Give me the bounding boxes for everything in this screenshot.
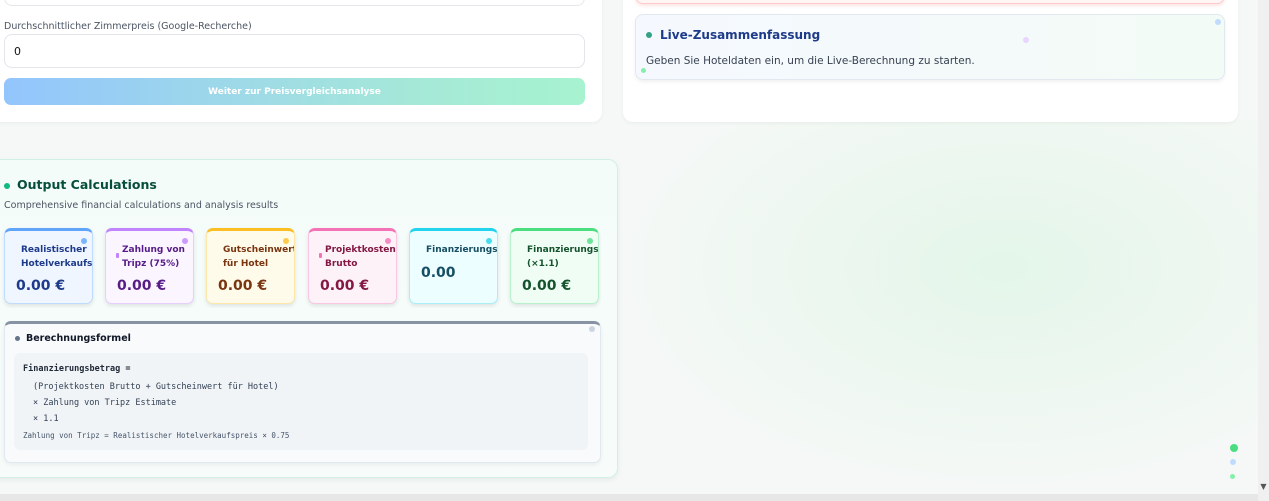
- decorative-dot: [1215, 19, 1221, 25]
- metric-project-cost-gross: Projektkosten Brutto 0.00 €: [308, 228, 397, 304]
- metric-dot: [182, 238, 188, 244]
- metric-dot: [587, 238, 593, 244]
- background-glow: [620, 120, 1260, 490]
- metric-label: Finanzierungsbetrag: [426, 245, 498, 255]
- metric-label: Gutscheinwert für Hotel: [223, 245, 295, 269]
- formula-title: Berechnungsformel: [26, 333, 131, 344]
- metric-dot: [385, 238, 391, 244]
- decorative-dot: [1230, 444, 1238, 452]
- formula-line: × Zahlung von Tripz Estimate: [33, 398, 177, 408]
- formula-head: Finanzierungsbetrag =: [23, 364, 131, 374]
- metric-value: 0.00: [421, 265, 456, 281]
- continue-to-price-comparison-button[interactable]: Weiter zur Preisvergleichsanalyse: [4, 78, 585, 105]
- previous-input-field[interactable]: [4, 0, 585, 6]
- metric-financing-amount: Finanzierungsbetrag 0.00: [409, 228, 498, 304]
- decorative-dot: [1230, 474, 1235, 479]
- formula-note: Zahlung von Tripz = Realistischer Hotelv…: [23, 431, 290, 440]
- metric-label: Realistischer Hotelverkaufspreis: [21, 245, 93, 269]
- avg-price-label: Durchschnittlicher Zimmerpreis (Google-R…: [4, 21, 252, 32]
- metrics-row: Realistischer Hotelverkaufspreis 0.00 € …: [0, 226, 601, 308]
- output-subtitle: Comprehensive financial calculations and…: [4, 200, 279, 211]
- decorative-dot: [641, 68, 646, 73]
- metric-voucher-value: Gutscheinwert für Hotel 0.00 €: [206, 228, 295, 304]
- metric-value: 0.00 €: [16, 278, 66, 294]
- live-summary-title: Live-Zusammenfassung: [660, 28, 821, 42]
- metric-dot: [283, 238, 289, 244]
- metric-financing-amount-x1-1: Finanzierungsbetrag (×1.1) 0.00 €: [510, 228, 599, 304]
- vertical-scrollbar[interactable]: [1258, 0, 1269, 501]
- alert-box: [635, 0, 1225, 4]
- metric-label: Zahlung von Tripz (75%): [122, 245, 185, 269]
- metric-dot: [486, 238, 492, 244]
- output-title: Output Calculations: [17, 177, 157, 192]
- horizontal-scrollbar[interactable]: [0, 494, 1258, 501]
- metric-value: 0.00 €: [522, 278, 572, 294]
- live-summary-panel: [635, 14, 1225, 80]
- output-section-dot: [4, 183, 10, 189]
- formula-bullet-dot: [15, 336, 20, 341]
- decorative-dot: [1230, 459, 1236, 465]
- formula-line: × 1.1: [33, 414, 59, 424]
- metric-tripz-payment: Zahlung von Tripz (75%) 0.00 €: [105, 228, 194, 304]
- decorative-dot: [589, 326, 595, 332]
- metric-value: 0.00 €: [218, 278, 268, 294]
- scroll-down-arrow-icon[interactable]: ▼: [1259, 482, 1268, 491]
- metric-marker: [116, 253, 119, 258]
- live-indicator-dot: [646, 32, 652, 38]
- live-summary-text: Geben Sie Hoteldaten ein, um die Live-Be…: [646, 55, 975, 67]
- formula-line: (Projektkosten Brutto + Gutscheinwert fü…: [33, 382, 279, 392]
- avg-price-input[interactable]: [4, 34, 585, 68]
- metric-value: 0.00 €: [117, 278, 167, 294]
- metric-marker: [319, 253, 322, 258]
- metric-label: Finanzierungsbetrag (×1.1): [527, 245, 599, 269]
- metric-dot: [81, 238, 87, 244]
- metric-label: Projektkosten Brutto: [325, 245, 396, 269]
- metric-realistic-hotel-price: Realistischer Hotelverkaufspreis 0.00 €: [4, 228, 93, 304]
- decorative-dot: [1023, 37, 1029, 43]
- metric-value: 0.00 €: [320, 278, 370, 294]
